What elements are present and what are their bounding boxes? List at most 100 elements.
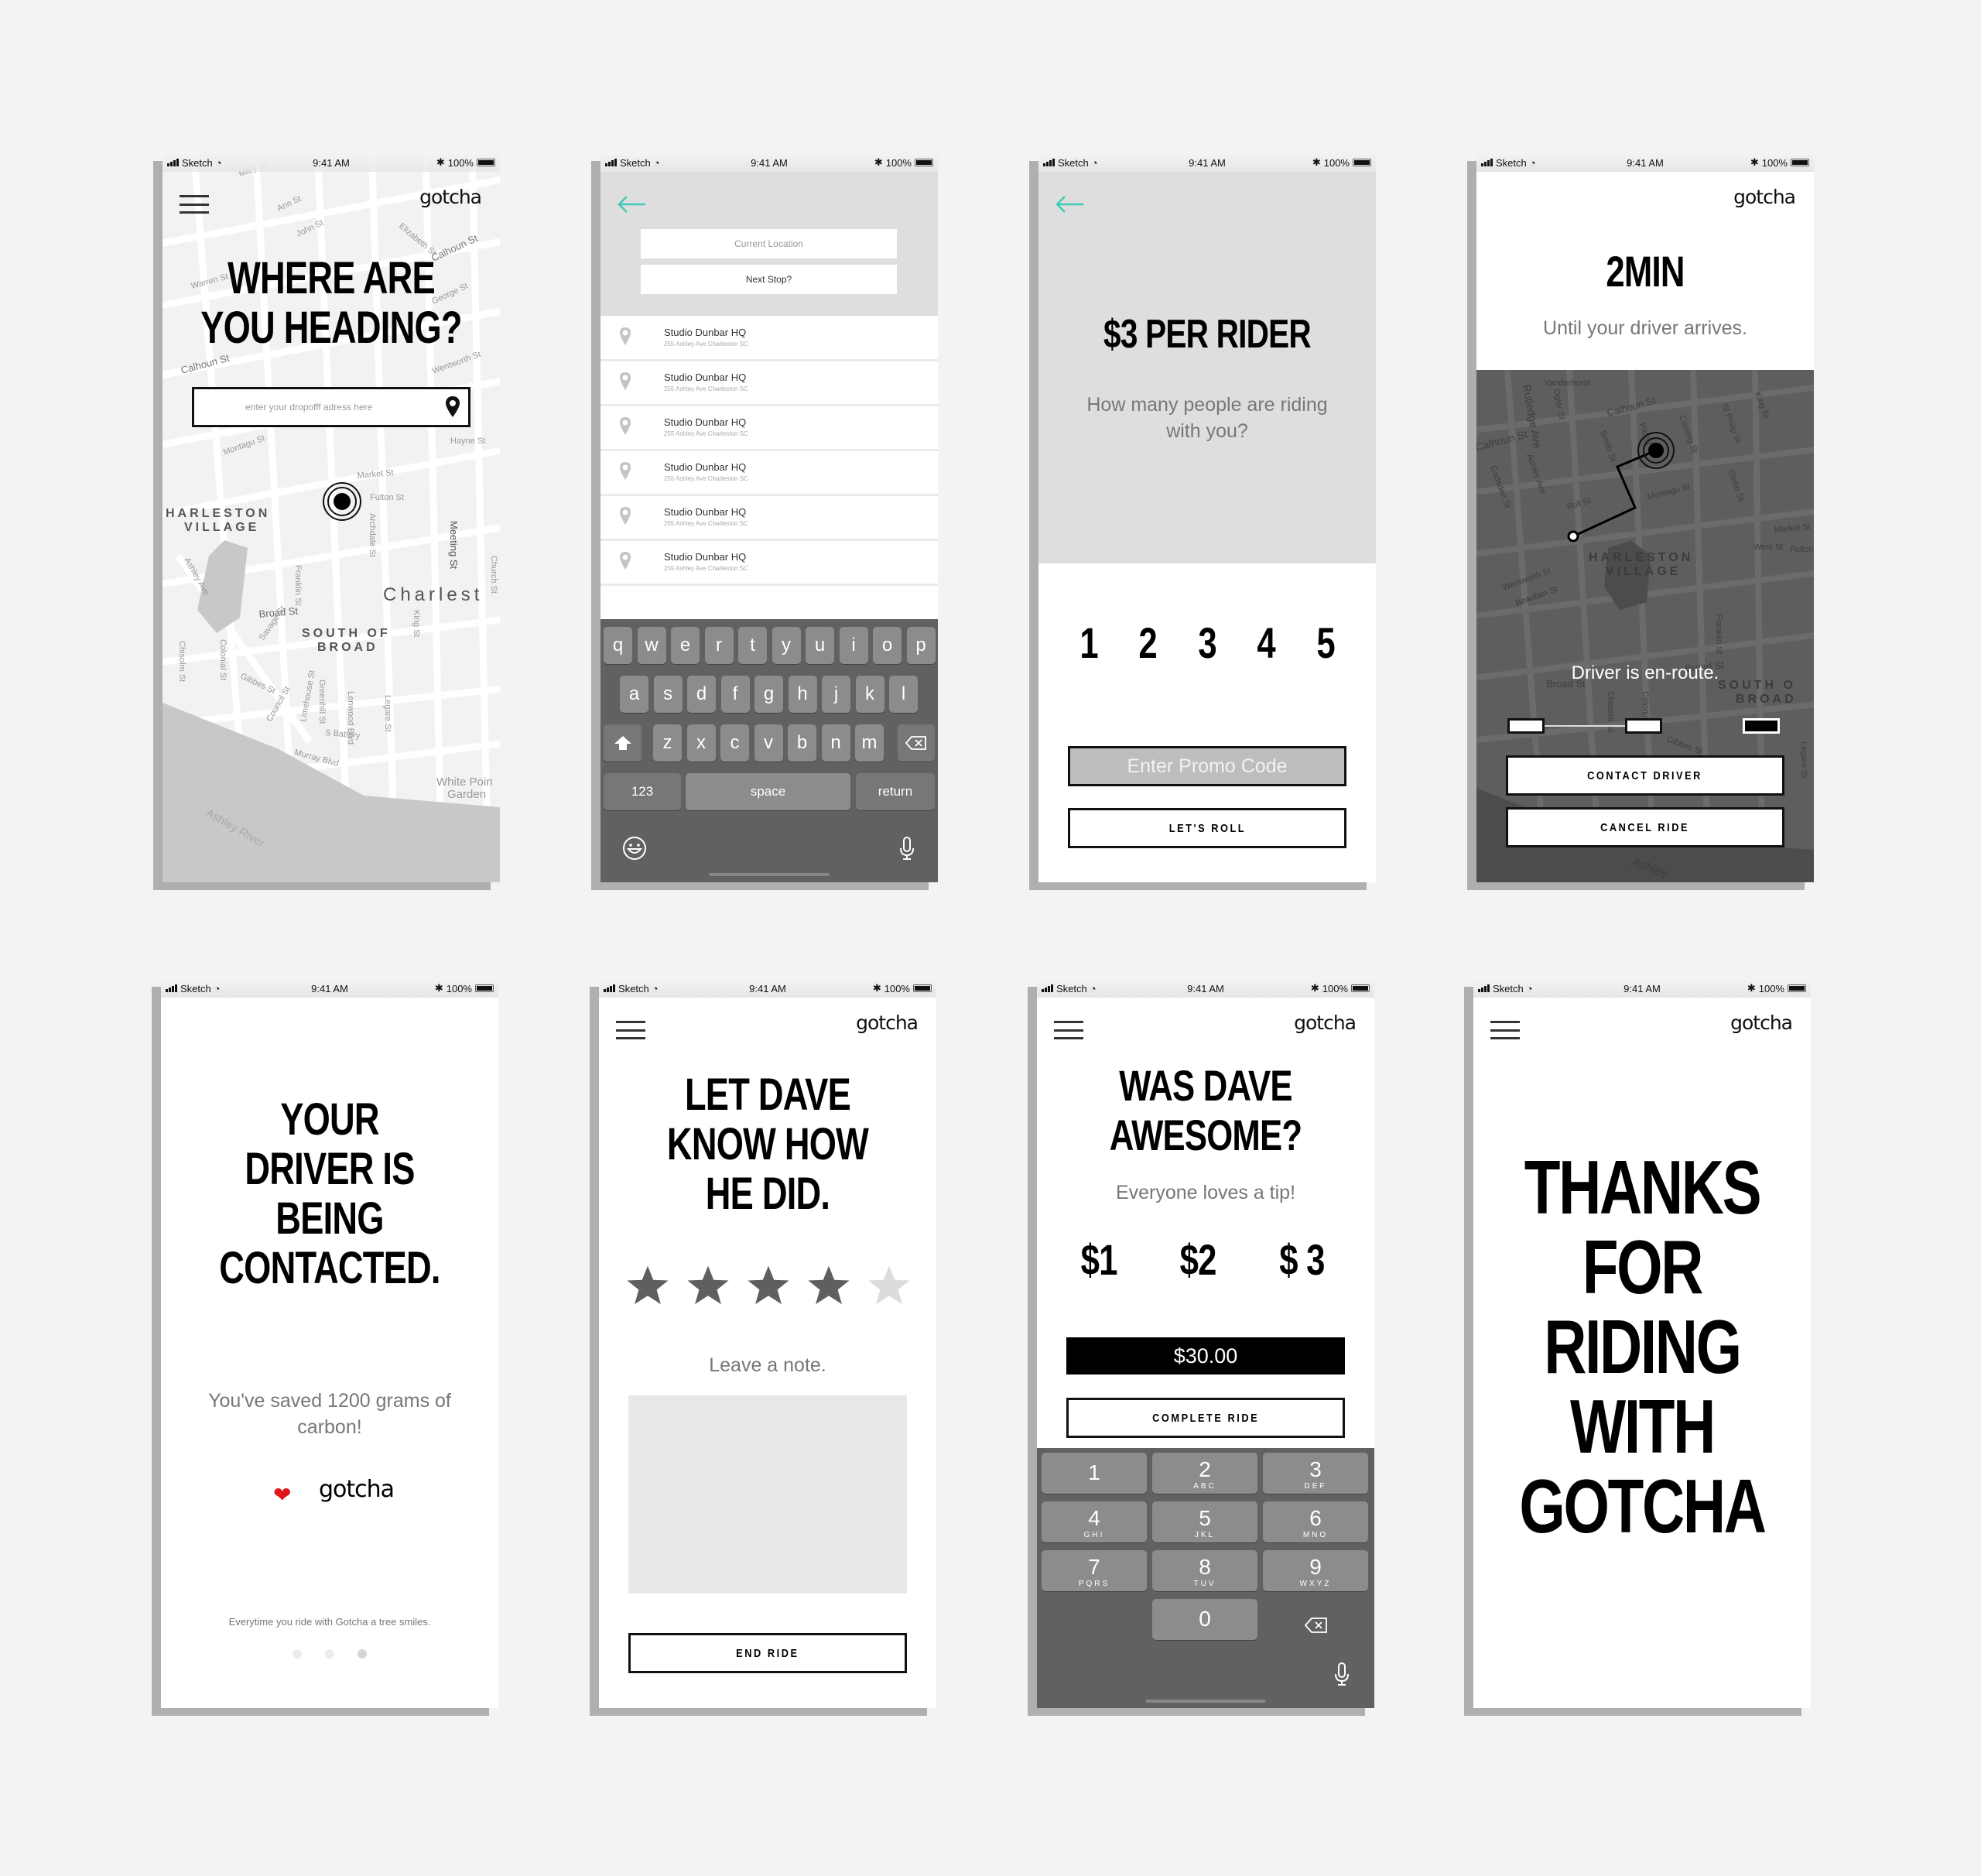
map-dark[interactable]: Vanderhorst Rutledge Ave Ogier St Calhou… bbox=[1476, 370, 1814, 882]
emoji-icon[interactable] bbox=[622, 836, 647, 861]
next-stop-field[interactable]: Next Stop? bbox=[641, 265, 897, 294]
back-arrow-icon[interactable] bbox=[616, 195, 647, 214]
key-s[interactable]: s bbox=[653, 676, 683, 713]
rider-count-option[interactable]: 2 bbox=[1139, 618, 1158, 667]
progress-step bbox=[1507, 718, 1545, 734]
numbers-key[interactable]: 123 bbox=[604, 773, 681, 810]
menu-icon[interactable] bbox=[180, 195, 209, 214]
key-v[interactable]: v bbox=[754, 724, 783, 762]
key-g[interactable]: g bbox=[754, 676, 783, 713]
keypad-key-2[interactable]: 2 ABC bbox=[1152, 1453, 1257, 1494]
battery-icon bbox=[1787, 984, 1806, 992]
key-m[interactable]: m bbox=[855, 724, 884, 762]
key-r[interactable]: r bbox=[704, 627, 734, 664]
menu-icon[interactable] bbox=[1490, 1021, 1520, 1039]
search-result-item[interactable]: Studio Dunbar HQ 255 Ashley Ave Charlesto… bbox=[600, 317, 938, 361]
keypad-key-7[interactable]: 7 PQRS bbox=[1042, 1550, 1147, 1591]
key-z[interactable]: z bbox=[653, 724, 682, 762]
keypad-key-0[interactable]: 0 bbox=[1152, 1599, 1257, 1640]
tip-option[interactable]: $2 bbox=[1179, 1234, 1216, 1289]
key-j[interactable]: j bbox=[822, 676, 850, 713]
search-result-item[interactable]: Studio Dunbar HQ 255 Ashley Ave Charlesto… bbox=[600, 362, 938, 406]
dropoff-address-input[interactable]: enter your dropofff adress here bbox=[192, 387, 470, 427]
key-w[interactable]: w bbox=[637, 627, 666, 664]
keypad-key-4[interactable]: 4 GHI bbox=[1042, 1501, 1147, 1542]
driver-status: Driver is en-route. bbox=[1571, 662, 1719, 683]
star-icon[interactable] bbox=[746, 1264, 791, 1307]
key-e[interactable]: e bbox=[671, 627, 700, 664]
rider-count-option[interactable]: 4 bbox=[1257, 618, 1276, 667]
backspace-key[interactable] bbox=[898, 724, 935, 762]
svg-text:Archdale St: Archdale St bbox=[368, 513, 377, 557]
key-q[interactable]: q bbox=[604, 627, 632, 664]
rider-count-option[interactable]: 1 bbox=[1079, 618, 1098, 667]
key-k[interactable]: k bbox=[855, 676, 884, 713]
backspace-icon bbox=[905, 736, 926, 750]
end-ride-button[interactable]: END RIDE bbox=[628, 1633, 907, 1673]
search-header: Current Location Next Stop? bbox=[600, 172, 938, 316]
key-b[interactable]: b bbox=[788, 724, 816, 762]
key-a[interactable]: a bbox=[620, 676, 648, 713]
key-h[interactable]: h bbox=[788, 676, 817, 713]
search-result-item[interactable]: Studio Dunbar HQ 255 Ashley Ave Charlesto… bbox=[600, 407, 938, 451]
key-y[interactable]: y bbox=[772, 627, 801, 664]
page-dot[interactable] bbox=[293, 1649, 302, 1659]
microphone-icon[interactable] bbox=[1334, 1662, 1350, 1686]
menu-icon[interactable] bbox=[1054, 1021, 1083, 1039]
key-o[interactable]: o bbox=[873, 627, 902, 664]
tip-option[interactable]: $ 3 bbox=[1279, 1234, 1325, 1289]
delete-icon[interactable] bbox=[1305, 1617, 1328, 1634]
key-c[interactable]: c bbox=[720, 724, 749, 762]
menu-icon[interactable] bbox=[616, 1021, 645, 1039]
star-icon[interactable] bbox=[806, 1264, 851, 1307]
page-dot[interactable] bbox=[358, 1649, 367, 1659]
keypad-key-3[interactable]: 3 DEF bbox=[1263, 1453, 1368, 1494]
rider-count-option[interactable]: 3 bbox=[1198, 618, 1216, 667]
shift-key[interactable] bbox=[604, 724, 642, 762]
key-x[interactable]: x bbox=[686, 724, 716, 762]
key-i[interactable]: i bbox=[839, 627, 868, 664]
star-icon[interactable] bbox=[867, 1264, 912, 1307]
keypad-key-6[interactable]: 6 MNO bbox=[1263, 1501, 1368, 1542]
search-result-item[interactable]: Studio Dunbar HQ 255 Ashley Ave Charlesto… bbox=[600, 542, 938, 586]
gotcha-logo: gotcha bbox=[1733, 186, 1796, 208]
current-location-field[interactable]: Current Location bbox=[641, 229, 897, 258]
complete-ride-button[interactable]: COMPLETE RIDE bbox=[1066, 1398, 1345, 1438]
key-p[interactable]: p bbox=[906, 627, 936, 664]
keypad-key-9[interactable]: 9 WXYZ bbox=[1263, 1550, 1368, 1591]
cancel-ride-button[interactable]: CANCEL RIDE bbox=[1506, 807, 1784, 847]
contact-driver-button[interactable]: CONTACT DRIVER bbox=[1506, 755, 1784, 796]
space-key[interactable]: space bbox=[686, 773, 850, 810]
key-t[interactable]: t bbox=[738, 627, 767, 664]
return-key[interactable]: return bbox=[856, 773, 935, 810]
microphone-icon[interactable] bbox=[899, 836, 915, 861]
search-result-item[interactable]: Studio Dunbar HQ 255 Ashley Ave Charlesto… bbox=[600, 452, 938, 496]
price-header: $3 PER RIDER How many people are riding … bbox=[1038, 172, 1376, 563]
tip-option[interactable]: $1 bbox=[1081, 1234, 1118, 1289]
svg-text:Colonial St: Colonial St bbox=[218, 639, 228, 680]
key-l[interactable]: l bbox=[889, 676, 918, 713]
key-letters: DEF bbox=[1304, 1482, 1327, 1491]
key-n[interactable]: n bbox=[821, 724, 850, 762]
svg-text:Legare St: Legare St bbox=[1799, 741, 1808, 779]
location-pin-icon[interactable] bbox=[445, 395, 460, 419]
key-letters: TUV bbox=[1193, 1580, 1216, 1588]
keypad-key-8[interactable]: 8 TUV bbox=[1152, 1550, 1257, 1591]
rider-count-selector: 12345 bbox=[1077, 618, 1337, 667]
key-u[interactable]: u bbox=[806, 627, 834, 664]
promo-code-input[interactable]: Enter Promo Code bbox=[1068, 746, 1346, 786]
star-icon[interactable] bbox=[686, 1264, 730, 1307]
back-arrow-icon[interactable] bbox=[1054, 195, 1085, 214]
star-icon[interactable] bbox=[625, 1264, 670, 1307]
svg-text:Franklin St: Franklin St bbox=[1714, 614, 1723, 655]
key-d[interactable]: d bbox=[687, 676, 716, 713]
note-textarea[interactable] bbox=[628, 1395, 907, 1594]
lets-roll-button[interactable]: LET'S ROLL bbox=[1068, 808, 1346, 848]
keypad-key-5[interactable]: 5 JKL bbox=[1152, 1501, 1257, 1542]
rider-count-option[interactable]: 5 bbox=[1316, 618, 1335, 667]
keypad-key-1[interactable]: 1 bbox=[1042, 1453, 1147, 1494]
bluetooth-icon: ✱ bbox=[436, 156, 445, 168]
search-result-item[interactable]: Studio Dunbar HQ 255 Ashley Ave Charlesto… bbox=[600, 497, 938, 541]
page-dot[interactable] bbox=[325, 1649, 334, 1659]
key-f[interactable]: f bbox=[720, 676, 750, 713]
